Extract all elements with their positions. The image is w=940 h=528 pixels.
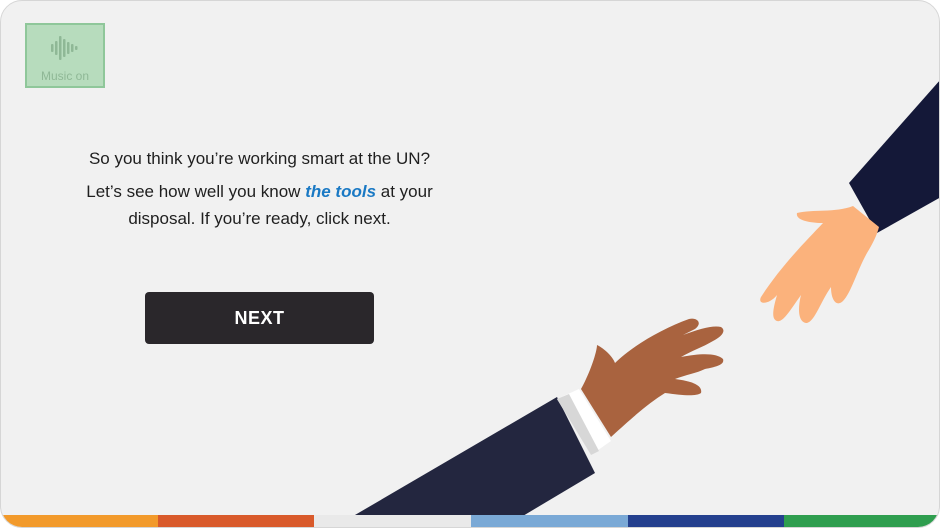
color-stripe-green <box>784 515 939 527</box>
color-stripe-navy <box>627 515 785 527</box>
bottom-color-bar <box>1 515 939 527</box>
lower-sleeve <box>334 397 595 527</box>
color-stripe-red <box>157 515 315 527</box>
upper-hand <box>760 206 879 323</box>
reaching-hands-illustration <box>334 81 939 527</box>
color-stripe-grey <box>314 515 472 527</box>
color-stripe-lightblue <box>471 515 628 527</box>
color-stripe-orange <box>1 515 158 527</box>
upper-sleeve <box>849 81 939 233</box>
slide: Music on So you think you’re working sma… <box>0 0 940 528</box>
lower-hand <box>581 318 724 437</box>
